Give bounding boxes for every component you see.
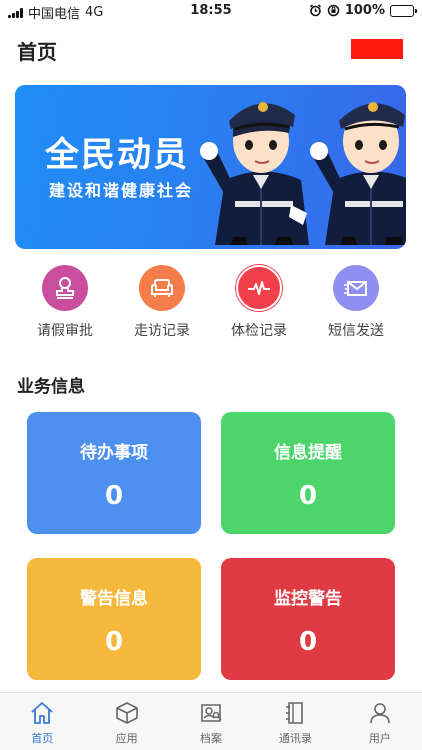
quick-action-leave-approval[interactable]: 请假审批: [17, 265, 113, 340]
card-count: 0: [104, 627, 124, 657]
officer-figure-left: [200, 102, 309, 245]
cube-icon: [115, 702, 138, 724]
quick-action-health-records[interactable]: 体检记录: [211, 265, 307, 340]
banner-title: 全民动员: [45, 135, 189, 175]
card-count: 0: [298, 481, 318, 511]
user-icon: [370, 703, 390, 724]
main-content: 全民动员 建设和谐健康社会 请假审批 走访记录 体检记录 短信发送 业务信息 待…: [0, 80, 422, 692]
tab-home[interactable]: 首页: [0, 693, 84, 750]
card-title: 警告信息: [80, 589, 148, 609]
tab-bar: 首页 应用 档案 通讯录 用户: [0, 692, 422, 750]
page-title: 首页: [17, 40, 57, 64]
police-officer-illustration: [200, 102, 406, 245]
officer-figure-right: [310, 102, 406, 245]
tab-label: 首页: [31, 732, 54, 745]
sofa-icon: [139, 265, 185, 311]
tab-label: 通讯录: [278, 732, 312, 745]
battery-icon: [390, 4, 417, 17]
contacts-book-icon: [286, 702, 304, 724]
card-todo[interactable]: 待办事项 0: [27, 412, 201, 534]
tab-label: 用户: [368, 732, 391, 745]
banner[interactable]: 全民动员 建设和谐健康社会: [15, 85, 406, 249]
quick-action-visit-records[interactable]: 走访记录: [114, 265, 210, 340]
quick-actions: 请假审批 走访记录 体检记录 短信发送: [0, 265, 422, 340]
tab-user[interactable]: 用户: [338, 693, 422, 750]
tab-label: 档案: [200, 732, 223, 745]
tab-archive[interactable]: 档案: [169, 693, 253, 750]
card-monitor-alerts[interactable]: 监控警告 0: [221, 558, 395, 680]
card-count: 0: [298, 627, 318, 657]
message-icon: [333, 265, 379, 311]
quick-action-sms-send[interactable]: 短信发送: [308, 265, 404, 340]
card-title: 监控警告: [274, 589, 342, 609]
quick-action-label: 走访记录: [134, 323, 190, 339]
card-count: 0: [104, 481, 124, 511]
status-right: 100%: [309, 3, 417, 18]
section-title: 业务信息: [17, 377, 85, 397]
stamp-icon: [42, 265, 88, 311]
archive-search-icon: [201, 704, 222, 722]
card-warnings[interactable]: 警告信息 0: [27, 558, 201, 680]
redacted-area: [351, 39, 403, 59]
banner-subtitle: 建设和谐健康社会: [49, 181, 194, 200]
home-icon: [31, 702, 53, 724]
card-reminders[interactable]: 信息提醒 0: [221, 412, 395, 534]
quick-action-label: 请假审批: [37, 323, 93, 339]
tab-label: 应用: [115, 732, 138, 745]
heartbeat-icon: [236, 265, 282, 311]
rotation-lock-icon: [327, 4, 340, 17]
page-header: 首页: [0, 22, 422, 80]
tab-apps[interactable]: 应用: [84, 693, 168, 750]
card-title: 信息提醒: [274, 443, 342, 463]
quick-action-label: 体检记录: [231, 323, 287, 339]
tab-contacts[interactable]: 通讯录: [253, 693, 337, 750]
status-bar: 中国电信 4G 18:55 100%: [0, 0, 422, 22]
alarm-icon: [309, 4, 321, 17]
card-title: 待办事项: [80, 443, 148, 463]
quick-action-label: 短信发送: [328, 323, 384, 339]
battery-label: 100%: [344, 3, 385, 18]
